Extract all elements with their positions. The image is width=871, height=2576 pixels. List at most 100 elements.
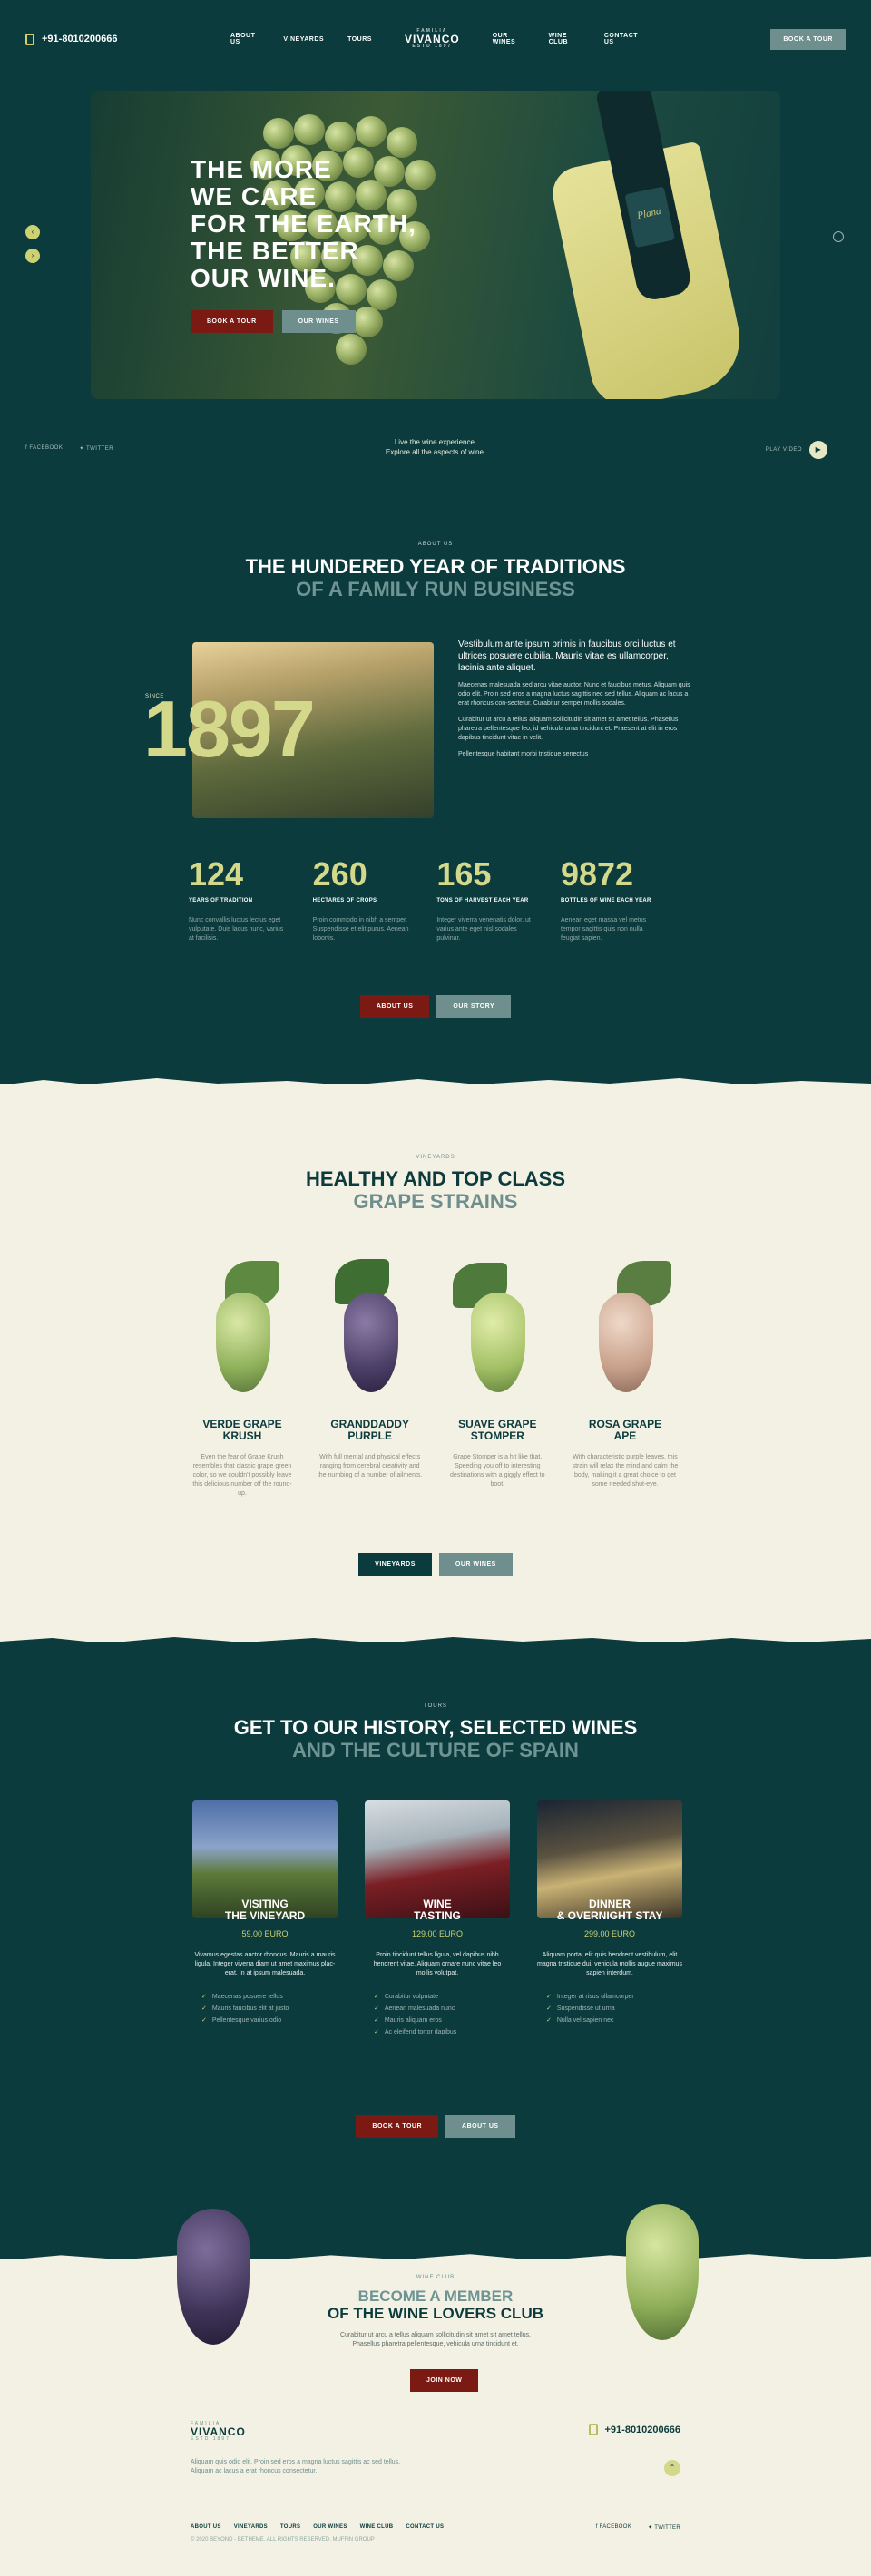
since-label: SINCE (145, 694, 164, 699)
stat-desc: Nunc convallis luctus lectus eget vulput… (189, 917, 284, 942)
footer-phone-number: +91-8010200666 (604, 2424, 681, 2435)
facebook-link[interactable]: f FACEBOOK (25, 445, 63, 452)
nav-about-us[interactable]: ABOUT US (230, 33, 259, 45)
twitter-link[interactable]: ✦ TWITTER (79, 445, 113, 452)
footer-nav-about-us[interactable]: ABOUT US (191, 2524, 221, 2530)
tour-desc: Proin tincidunt tellus ligula, vel dapib… (373, 1952, 502, 1976)
wine-bottle-image: Plana (547, 91, 750, 399)
footer-facebook-link[interactable]: f FACEBOOK (596, 2524, 631, 2531)
tour-card: DINNER & OVERNIGHT STAY 299.00 EURO Aliq… (537, 1800, 682, 2038)
strain-name: ROSA GRAPE APE (572, 1419, 679, 1442)
club-title-line2: OF THE WINE LOVERS CLUB (328, 2305, 543, 2322)
strains-title-line2: GRAPE STRAINS (353, 1190, 518, 1213)
hero-title-line: FOR THE EARTH, (191, 210, 416, 238)
tour-name-line: THE VINEYARD (224, 1909, 306, 1922)
stat-label: HECTARES OF CROPS (312, 898, 377, 903)
tour-price: 129.00 EURO (411, 1929, 464, 1938)
tour-feature-text: Aenean malesuada nunc (384, 2005, 455, 2012)
hero-title-line: THE BETTER (191, 237, 359, 265)
footer-phone[interactable]: +91-8010200666 (588, 2424, 681, 2435)
tours-title: GET TO OUR HISTORY, SELECTED WINES AND T… (0, 1716, 871, 1761)
stat-label: TONS OF HARVEST EACH YEAR (436, 898, 529, 903)
tours-buttons: BOOK A TOUR ABOUT US (0, 2115, 871, 2138)
tour-feature: ✓ Aenean malesuada nunc (374, 2003, 510, 2015)
nav-our-wines[interactable]: OUR WINES (493, 33, 525, 45)
our-wines-button[interactable]: OUR WINES (438, 1553, 513, 1576)
play-video[interactable]: PLAY VIDEO ▶ (766, 441, 827, 459)
strains-title-line1: HEALTHY AND TOP CLASS (305, 1167, 566, 1190)
strain-desc: With characteristic purple leaves, this … (572, 1454, 679, 1488)
green-grape-illustration (189, 1252, 296, 1406)
check-icon: ✓ (201, 2005, 207, 2012)
about-title: THE HUNDERED YEAR OF TRADITIONS OF A FAM… (0, 555, 871, 600)
strain-desc: Grape Stomper is a hit like that. Speedi… (450, 1454, 545, 1488)
tour-feature-text: Mauris aliquam eros (384, 2017, 442, 2024)
stats: 124 YEARS OF TRADITION Nunc convallis lu… (189, 858, 661, 943)
about-text: Vestibulum ante ipsum primis in faucibus… (458, 639, 694, 766)
hero-caption-line2: Explore all the aspects of wine. (385, 448, 486, 456)
tour-name[interactable]: DINNER & OVERNIGHT STAY (537, 1898, 682, 1922)
strain-name-line: PURPLE (347, 1429, 392, 1442)
nav-contact-us[interactable]: CONTACT US (604, 33, 641, 45)
tours-book-button[interactable]: BOOK A TOUR (356, 2115, 439, 2138)
slide-indicator-icon[interactable] (833, 231, 844, 242)
tour-name[interactable]: WINE TASTING (365, 1898, 510, 1922)
nav-wine-club[interactable]: WINE CLUB (549, 33, 581, 45)
footer-nav-our-wines[interactable]: OUR WINES (313, 2524, 347, 2530)
check-icon: ✓ (546, 1994, 552, 2000)
tour-feature: ✓ Integer at risus ullamcorper (546, 1991, 682, 2003)
prev-slide-icon[interactable]: ‹ (25, 225, 40, 239)
footer-nav-tours[interactable]: TOURS (280, 2524, 300, 2530)
footer-logo[interactable]: FAMILIA VIVANCO ESTD 1897 (191, 2422, 246, 2442)
play-icon[interactable]: ▶ (809, 441, 827, 459)
hero-book-button[interactable]: BOOK A TOUR (191, 310, 273, 333)
tour-feature: ✓ Mauris aliquam eros (374, 2015, 510, 2026)
club-title: BECOME A MEMBER OF THE WINE LOVERS CLUB (0, 2288, 871, 2322)
top-section: +91-8010200666 ABOUT US VINEYARDS TOURS … (0, 0, 871, 1088)
hero-socials: f FACEBOOK ✦ TWITTER (25, 445, 113, 452)
check-icon: ✓ (374, 1994, 379, 2000)
tour-feature-text: Pellentesque varius odio (211, 2017, 282, 2024)
join-now-button[interactable]: JOIN NOW (410, 2369, 479, 2392)
strain-name-line: STOMPER (470, 1429, 524, 1442)
hero-wines-button[interactable]: OUR WINES (281, 310, 356, 333)
stat-years: 124 YEARS OF TRADITION Nunc convallis lu… (189, 858, 289, 943)
strains-section: VINEYARDS HEALTHY AND TOP CLASS GRAPE ST… (0, 1078, 871, 1642)
our-story-button[interactable]: OUR STORY (436, 995, 512, 1018)
footer-nav-vineyards[interactable]: VINEYARDS (234, 2524, 268, 2530)
stat-label: BOTTLES OF WINE EACH YEAR (560, 898, 651, 903)
nav-tours[interactable]: TOURS (347, 36, 372, 43)
about-us-button[interactable]: ABOUT US (359, 995, 430, 1018)
club-tag: WINE CLUB (416, 2275, 455, 2280)
logo[interactable]: FAMILIA VIVANCO ESTD 1897 (396, 29, 469, 49)
strains-tag: VINEYARDS (416, 1155, 455, 1160)
tour-feature-text: Mauris faucibus elit at justo (211, 2005, 289, 2012)
wine-club-section: WINE CLUB BECOME A MEMBER OF THE WINE LO… (0, 2204, 871, 2576)
tour-feature: ✓ Nulla vel sapien nec (546, 2015, 682, 2026)
strains-buttons: VINEYARDS OUR WINES (0, 1553, 871, 1576)
header-book-button[interactable]: BOOK A TOUR (770, 29, 846, 50)
strain-name: VERDE GRAPE KRUSH (189, 1419, 296, 1442)
tour-list: VISITING THE VINEYARD 59.00 EURO Vivamus… (192, 1800, 682, 2038)
check-icon: ✓ (546, 2017, 552, 2024)
next-slide-icon[interactable]: › (25, 249, 40, 263)
strain-card: SUAVE GRAPE STOMPER Grape Stomper is a h… (444, 1252, 551, 1498)
strain-card: GRANDDADDY PURPLE With full mental and p… (317, 1252, 424, 1498)
hero-title-line: WE CARE (191, 182, 318, 210)
about-title-line1: THE HUNDERED YEAR OF TRADITIONS (245, 555, 626, 578)
header-phone[interactable]: +91-8010200666 (25, 33, 118, 45)
vineyards-button[interactable]: VINEYARDS (358, 1553, 432, 1576)
back-to-top-icon[interactable]: ⌃ (664, 2460, 680, 2476)
tour-name[interactable]: VISITING THE VINEYARD (192, 1898, 338, 1922)
stat-tons: 165 TONS OF HARVEST EACH YEAR Integer vi… (436, 858, 536, 943)
stat-number: 260 (312, 855, 367, 893)
tours-about-button[interactable]: ABOUT US (445, 2115, 515, 2138)
footer-nav-contact-us[interactable]: CONTACT US (406, 2524, 444, 2530)
tour-features: ✓ Integer at risus ullamcorper ✓ Suspendis… (537, 1991, 682, 2026)
tours-tag: TOURS (424, 1703, 447, 1709)
nav-vineyards[interactable]: VINEYARDS (283, 36, 324, 43)
footer-twitter-link[interactable]: ✦ TWITTER (648, 2524, 680, 2531)
check-icon: ✓ (374, 2029, 379, 2035)
footer-nav-wine-club[interactable]: WINE CLUB (360, 2524, 394, 2530)
footer-nav: ABOUT US VINEYARDS TOURS OUR WINES WINE … (191, 2524, 444, 2530)
